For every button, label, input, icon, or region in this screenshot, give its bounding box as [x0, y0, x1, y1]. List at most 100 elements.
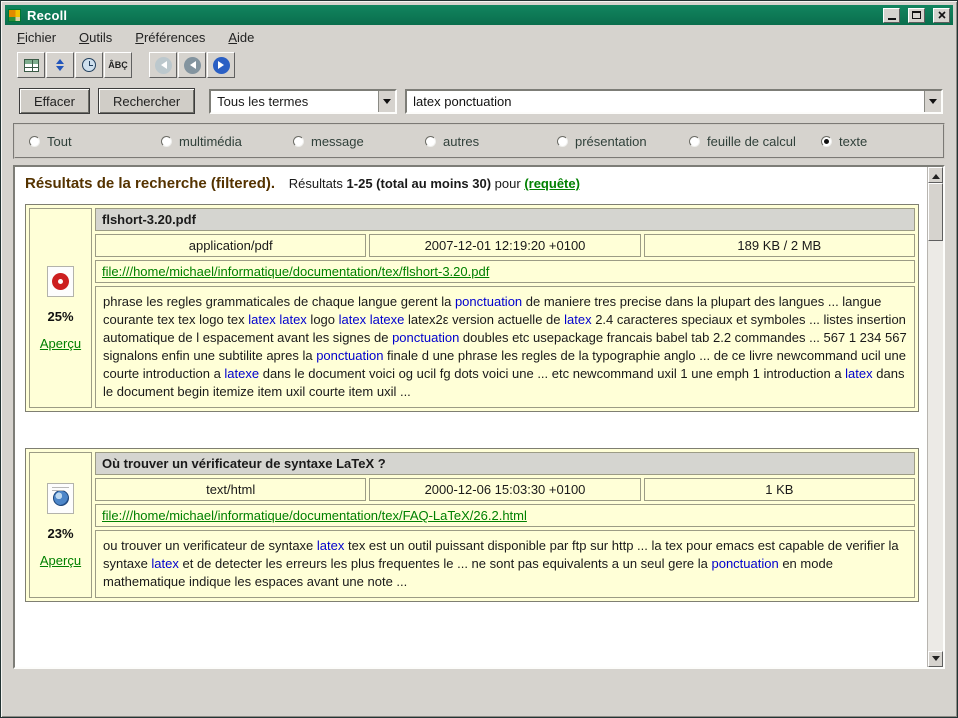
next-page-icon	[213, 57, 230, 74]
results-count-connector: pour	[495, 176, 521, 191]
results-headline: Résultats de la recherche (filtered). Ré…	[23, 173, 921, 204]
window-title: Recoll	[27, 8, 875, 23]
history-button[interactable]	[75, 52, 103, 78]
search-row: Effacer Rechercher Tous les termes	[5, 81, 953, 121]
result-url-link[interactable]: file:///home/michael/informatique/docume…	[102, 264, 489, 279]
document-type-filter-bar: Tout multimédia message autres présentat…	[13, 123, 945, 159]
menubar: Fichier Outils Préférences Aide	[5, 25, 953, 49]
result-side-panel: 25% Aperçu	[29, 208, 92, 408]
history-clock-icon	[82, 58, 96, 72]
next-page-button[interactable]	[207, 52, 235, 78]
filter-label: Tout	[47, 134, 72, 149]
query-combobox	[405, 89, 943, 114]
results-count-range: 1-25 (total au moins 30)	[347, 176, 491, 191]
filter-radio-feuille-de-calcul[interactable]: feuille de calcul	[689, 134, 821, 149]
results-pane: Résultats de la recherche (filtered). Ré…	[13, 165, 945, 669]
recoll-app-icon	[8, 9, 21, 22]
filter-radio-presentation[interactable]: présentation	[557, 134, 689, 149]
menu-preferences[interactable]: Préférences	[133, 29, 207, 46]
radio-icon	[821, 136, 832, 147]
preview-link[interactable]: Aperçu	[40, 553, 81, 568]
relevance-percent: 23%	[47, 526, 73, 541]
result-url-row: file:///home/michael/informatique/docume…	[95, 260, 915, 283]
result-date: 2000-12-06 15:03:30 +0100	[369, 478, 640, 501]
result-main: flshort-3.20.pdf application/pdf 2007-12…	[95, 208, 915, 408]
scroll-up-button[interactable]	[928, 167, 943, 183]
filter-radio-multimedia[interactable]: multimédia	[161, 134, 293, 149]
minimize-button[interactable]	[883, 8, 900, 23]
query-details-button[interactable]	[17, 52, 45, 78]
result-meta-row: text/html 2000-12-06 15:03:30 +0100 1 KB	[95, 478, 915, 501]
filter-radio-autres[interactable]: autres	[425, 134, 557, 149]
filter-label: feuille de calcul	[707, 134, 796, 149]
toolbar: ÂBÇ	[5, 49, 953, 81]
filter-label: autres	[443, 134, 479, 149]
minimize-icon	[888, 18, 896, 20]
search-mode-value: Tous les termes	[211, 91, 314, 112]
radio-icon	[161, 136, 172, 147]
radio-icon	[29, 136, 40, 147]
radio-icon	[689, 136, 700, 147]
clear-button[interactable]: Effacer	[19, 88, 90, 114]
chevron-down-icon	[383, 99, 391, 108]
vertical-scrollbar[interactable]	[927, 167, 943, 667]
search-mode-dropdown-button[interactable]	[378, 91, 395, 112]
result-list[interactable]: Résultats de la recherche (filtered). Ré…	[15, 167, 927, 667]
filter-radio-texte[interactable]: texte	[821, 134, 867, 149]
radio-icon	[293, 136, 304, 147]
preview-link[interactable]: Aperçu	[40, 336, 81, 351]
html-file-icon	[47, 483, 74, 514]
relevance-percent: 25%	[47, 309, 73, 324]
result-url-row: file:///home/michael/informatique/docume…	[95, 504, 915, 527]
maximize-button[interactable]	[908, 8, 925, 23]
scrollbar-track[interactable]	[928, 241, 943, 651]
results-count-prefix: Résultats	[289, 176, 343, 191]
results-title: Résultats de la recherche (filtered).	[25, 175, 275, 192]
sort-parameters-button[interactable]	[46, 52, 74, 78]
filter-label: multimédia	[179, 134, 242, 149]
filter-label: texte	[839, 134, 867, 149]
search-mode-select[interactable]: Tous les termes	[209, 89, 397, 114]
result-meta-row: application/pdf 2007-12-01 12:19:20 +010…	[95, 234, 915, 257]
query-history-dropdown-button[interactable]	[924, 91, 941, 112]
radio-icon	[557, 136, 568, 147]
result-side-panel: 23% Aperçu	[29, 452, 92, 598]
chevron-down-icon	[929, 99, 937, 108]
pdf-file-icon	[47, 266, 74, 297]
term-explorer-button[interactable]: ÂBÇ	[104, 52, 132, 78]
menu-outils[interactable]: Outils	[77, 29, 114, 46]
filter-label: message	[311, 134, 364, 149]
result-title: flshort-3.20.pdf	[95, 208, 915, 231]
close-icon	[938, 11, 946, 19]
result-url-link[interactable]: file:///home/michael/informatique/docume…	[102, 508, 527, 523]
result-spacer	[23, 412, 921, 448]
scrollbar-thumb[interactable]	[928, 183, 943, 241]
status-bar	[5, 669, 953, 713]
result-size: 189 KB / 2 MB	[644, 234, 915, 257]
radio-icon	[425, 136, 436, 147]
close-button[interactable]	[933, 8, 950, 23]
menu-fichier[interactable]: Fichier	[15, 29, 58, 46]
maximize-icon	[912, 11, 921, 19]
filter-radio-tout[interactable]: Tout	[29, 134, 161, 149]
arrow-up-icon	[932, 170, 940, 179]
first-page-button[interactable]	[149, 52, 177, 78]
sort-icon	[56, 58, 64, 72]
result-title: Où trouver un vérificateur de syntaxe La…	[95, 452, 915, 475]
previous-page-icon	[184, 57, 201, 74]
result-item: 25% Aperçu flshort-3.20.pdf application/…	[25, 204, 919, 412]
result-main: Où trouver un vérificateur de syntaxe La…	[95, 452, 915, 598]
table-icon	[24, 59, 39, 72]
filter-radio-message[interactable]: message	[293, 134, 425, 149]
result-mime-type: application/pdf	[95, 234, 366, 257]
search-button[interactable]: Rechercher	[98, 88, 195, 114]
search-input[interactable]	[407, 91, 924, 112]
result-item: 23% Aperçu Où trouver un vérificateur de…	[25, 448, 919, 602]
recoll-window: Recoll Fichier Outils Préférences Aide Â…	[0, 0, 958, 718]
query-details-link[interactable]: (requête)	[524, 176, 580, 191]
menu-aide[interactable]: Aide	[226, 29, 256, 46]
previous-page-button[interactable]	[178, 52, 206, 78]
result-size: 1 KB	[644, 478, 915, 501]
scroll-down-button[interactable]	[928, 651, 943, 667]
spell-abc-icon: ÂBÇ	[108, 60, 128, 70]
